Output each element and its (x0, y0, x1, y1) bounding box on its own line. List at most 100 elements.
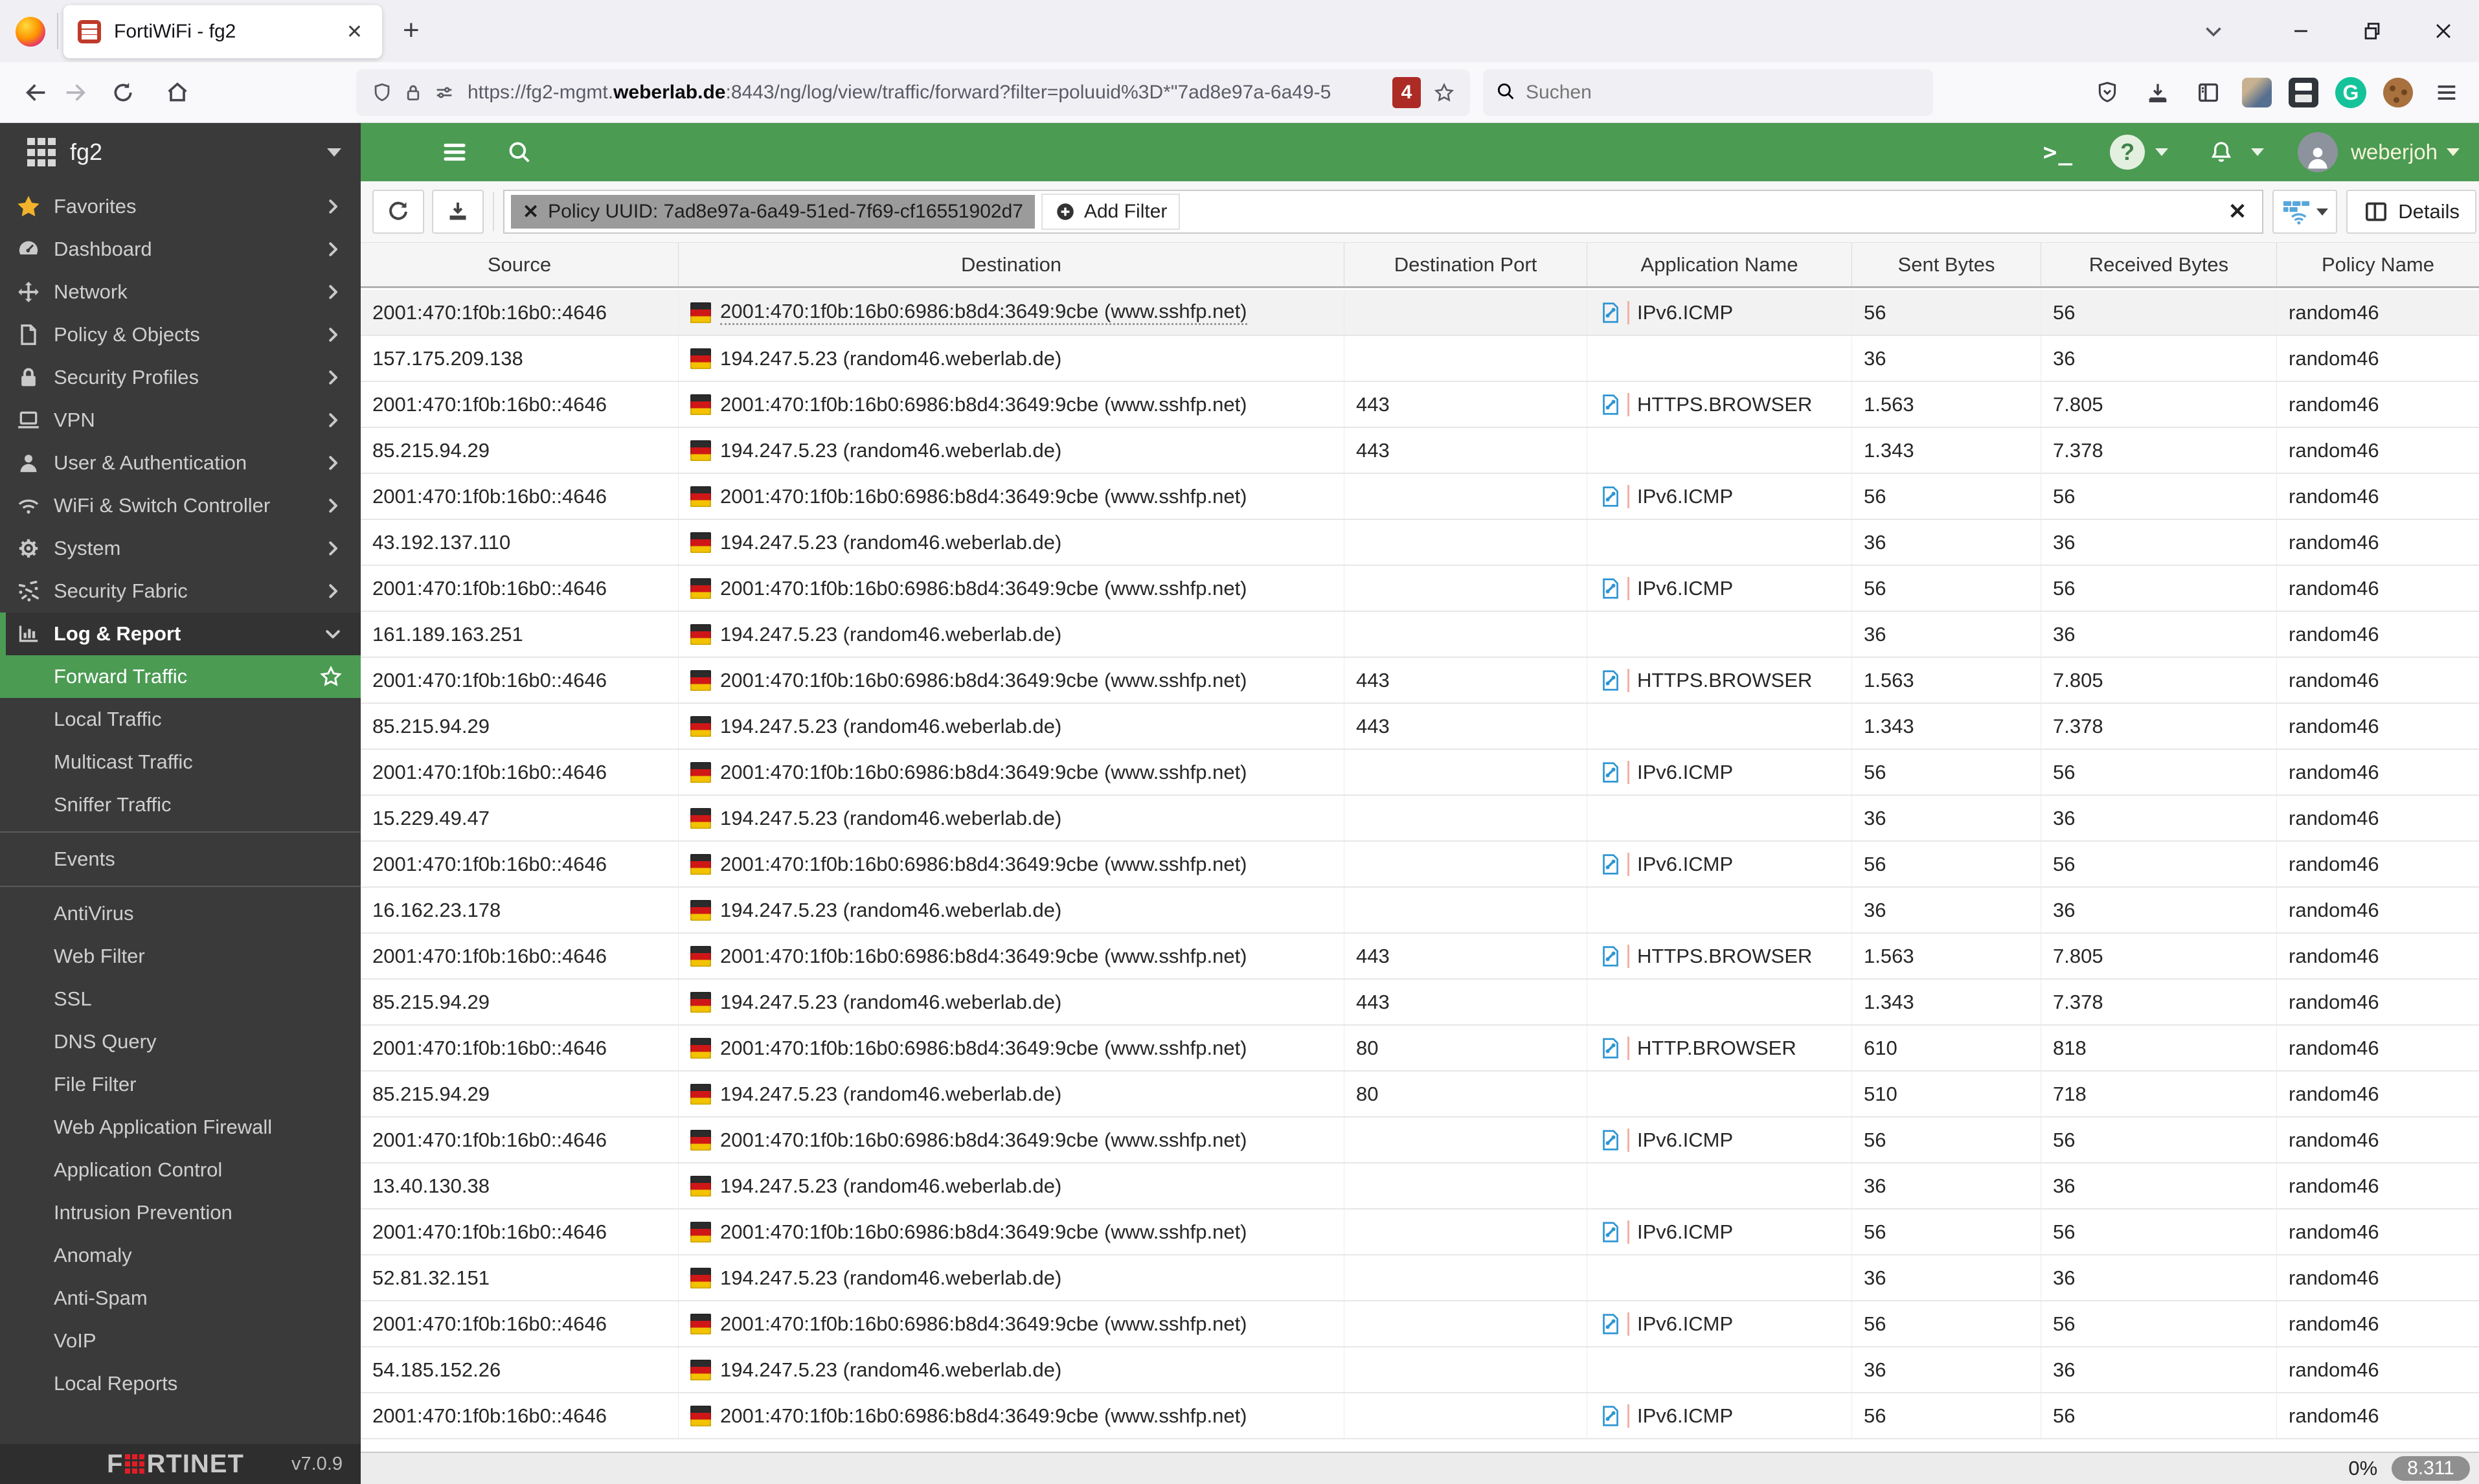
cli-console-icon[interactable]: >_ (2043, 139, 2074, 166)
sidebar-item-user-authentication[interactable]: User & Authentication (0, 442, 361, 484)
table-row[interactable]: 2001:470:1f0b:16b0::4646 2001:470:1f0b:1… (361, 934, 2479, 980)
pocket-shield-icon[interactable] (2090, 76, 2124, 109)
url-text[interactable]: https://fg2-mgmt.weberlab.de:8443/ng/log… (468, 82, 1385, 104)
forward-icon[interactable] (56, 73, 95, 112)
column-header-sent-bytes[interactable]: Sent Bytes (1852, 243, 2041, 286)
lock-icon[interactable] (398, 77, 429, 108)
photo-extension-icon[interactable] (2242, 78, 2272, 107)
back-icon[interactable] (17, 73, 56, 112)
destination-link[interactable]: 2001:470:1f0b:16b0:6986:b8d4:3649:9cbe (… (720, 853, 1247, 876)
sidebar-item-security-fabric[interactable]: Security Fabric (0, 570, 361, 613)
sidebar-item-events[interactable]: Events (0, 838, 361, 881)
destination-link[interactable]: 194.247.5.23 (random46.weberlab.de) (720, 1175, 1061, 1198)
table-row[interactable]: 2001:470:1f0b:16b0::4646 2001:470:1f0b:1… (361, 1026, 2479, 1072)
table-row[interactable]: 2001:470:1f0b:16b0::4646 2001:470:1f0b:1… (361, 842, 2479, 888)
sidebar-item-web-filter[interactable]: Web Filter (0, 935, 361, 978)
table-row[interactable]: 2001:470:1f0b:16b0::4646 2001:470:1f0b:1… (361, 1301, 2479, 1347)
destination-link[interactable]: 194.247.5.23 (random46.weberlab.de) (720, 347, 1061, 370)
sidebar-item-dns-query[interactable]: DNS Query (0, 1020, 361, 1063)
sidebar-item-file-filter[interactable]: File Filter (0, 1063, 361, 1106)
table-row[interactable]: 43.192.137.110 194.247.5.23 (random46.we… (361, 520, 2479, 566)
filter-bar[interactable]: ✕ Policy UUID: 7ad8e97a-6a49-51ed-7f69-c… (503, 190, 2264, 234)
table-row[interactable]: 2001:470:1f0b:16b0::4646 2001:470:1f0b:1… (361, 1393, 2479, 1439)
destination-link[interactable]: 194.247.5.23 (random46.weberlab.de) (720, 807, 1061, 830)
destination-link[interactable]: 194.247.5.23 (random46.weberlab.de) (720, 1083, 1061, 1106)
sidebar-item-ssl[interactable]: SSL (0, 978, 361, 1020)
grammarly-extension-icon[interactable]: G (2335, 77, 2366, 108)
sidebar-item-policy-objects[interactable]: Policy & Objects (0, 313, 361, 356)
minimize-button[interactable] (2265, 0, 2337, 62)
destination-link[interactable]: 2001:470:1f0b:16b0:6986:b8d4:3649:9cbe (… (720, 1037, 1247, 1060)
restore-button[interactable] (2337, 0, 2408, 62)
table-row[interactable]: 157.175.209.138 194.247.5.23 (random46.w… (361, 336, 2479, 382)
device-dropdown-button[interactable] (2272, 190, 2338, 234)
help-icon[interactable]: ? (2110, 135, 2145, 170)
sidebar-item-vpn[interactable]: VPN (0, 399, 361, 442)
url-bar[interactable]: https://fg2-mgmt.weberlab.de:8443/ng/log… (356, 69, 1470, 116)
sidebar-item-system[interactable]: System (0, 527, 361, 570)
destination-link[interactable]: 2001:470:1f0b:16b0:6986:b8d4:3649:9cbe (… (720, 577, 1247, 600)
destination-link[interactable]: 194.247.5.23 (random46.weberlab.de) (720, 439, 1061, 462)
sidebar-item-anti-spam[interactable]: Anti-Spam (0, 1277, 361, 1320)
table-row[interactable]: 2001:470:1f0b:16b0::4646 2001:470:1f0b:1… (361, 658, 2479, 704)
column-header-policy-name[interactable]: Policy Name (2277, 243, 2479, 286)
destination-link[interactable]: 2001:470:1f0b:16b0:6986:b8d4:3649:9cbe (… (720, 393, 1247, 416)
destination-link[interactable]: 2001:470:1f0b:16b0:6986:b8d4:3649:9cbe (… (720, 669, 1247, 692)
user-avatar[interactable] (2298, 132, 2338, 172)
table-row[interactable]: 2001:470:1f0b:16b0::4646 2001:470:1f0b:1… (361, 474, 2479, 520)
destination-link[interactable]: 194.247.5.23 (random46.weberlab.de) (720, 899, 1061, 922)
destination-link[interactable]: 2001:470:1f0b:16b0:6986:b8d4:3649:9cbe (… (720, 1129, 1247, 1152)
global-search-icon[interactable] (500, 133, 539, 172)
destination-link[interactable]: 2001:470:1f0b:16b0:6986:b8d4:3649:9cbe (… (720, 945, 1247, 968)
table-row[interactable]: 2001:470:1f0b:16b0::4646 2001:470:1f0b:1… (361, 1209, 2479, 1255)
destination-link[interactable]: 194.247.5.23 (random46.weberlab.de) (720, 1358, 1061, 1382)
sidebar-item-anomaly[interactable]: Anomaly (0, 1234, 361, 1277)
table-row[interactable]: 161.189.163.251 194.247.5.23 (random46.w… (361, 612, 2479, 658)
search-input[interactable] (1526, 82, 1921, 104)
chevron-down-icon[interactable] (2251, 148, 2265, 156)
table-row[interactable]: 2001:470:1f0b:16b0::4646 2001:470:1f0b:1… (361, 382, 2479, 428)
destination-link[interactable]: 194.247.5.23 (random46.weberlab.de) (720, 715, 1061, 738)
add-filter-button[interactable]: Add Filter (1041, 194, 1181, 230)
close-button[interactable] (2408, 0, 2479, 62)
table-row[interactable]: 2001:470:1f0b:16b0::4646 2001:470:1f0b:1… (361, 1118, 2479, 1164)
table-row[interactable]: 54.185.152.26 194.247.5.23 (random46.web… (361, 1347, 2479, 1393)
destination-link[interactable]: 2001:470:1f0b:16b0:6986:b8d4:3649:9cbe (… (720, 300, 1247, 325)
table-row[interactable]: 85.215.94.29 194.247.5.23 (random46.webe… (361, 704, 2479, 750)
sidebar-item-intrusion-prevention[interactable]: Intrusion Prevention (0, 1191, 361, 1234)
sidebar-item-security-profiles[interactable]: Security Profiles (0, 356, 361, 399)
browser-tab[interactable]: FortiWiFi - fg2 ✕ (63, 5, 382, 58)
table-row[interactable]: 2001:470:1f0b:16b0::4646 2001:470:1f0b:1… (361, 566, 2479, 612)
destination-link[interactable]: 2001:470:1f0b:16b0:6986:b8d4:3649:9cbe (… (720, 1312, 1247, 1336)
favorite-star-icon[interactable] (319, 665, 343, 688)
sidebar-item-local-traffic[interactable]: Local Traffic (0, 698, 361, 741)
table-row[interactable]: 13.40.130.38 194.247.5.23 (random46.webe… (361, 1164, 2479, 1209)
table-row[interactable]: 2001:470:1f0b:16b0::4646 2001:470:1f0b:1… (361, 750, 2479, 796)
table-row[interactable]: 85.215.94.29 194.247.5.23 (random46.webe… (361, 428, 2479, 474)
column-header-source[interactable]: Source (361, 243, 679, 286)
sidebar-item-antivirus[interactable]: AntiVirus (0, 892, 361, 935)
sidebar-item-log-report[interactable]: Log & Report (0, 613, 361, 655)
tab-close-icon[interactable]: ✕ (341, 18, 368, 46)
sidebar-item-multicast-traffic[interactable]: Multicast Traffic (0, 741, 361, 783)
sidebar-toggle-icon[interactable] (2191, 76, 2225, 109)
remove-filter-icon[interactable]: ✕ (523, 201, 539, 223)
table-row[interactable]: 15.229.49.47 194.247.5.23 (random46.webe… (361, 796, 2479, 842)
download-log-button[interactable] (432, 190, 484, 234)
destination-link[interactable]: 194.247.5.23 (random46.weberlab.de) (720, 1266, 1061, 1290)
home-icon[interactable] (158, 73, 197, 112)
sidebar-item-dashboard[interactable]: Dashboard (0, 228, 361, 271)
password-manager-extension-icon[interactable] (2289, 78, 2318, 107)
destination-link[interactable]: 2001:470:1f0b:16b0:6986:b8d4:3649:9cbe (… (720, 485, 1247, 508)
firefox-logo-icon[interactable] (16, 17, 45, 47)
search-bar[interactable] (1483, 69, 1933, 116)
shield-icon[interactable] (367, 77, 398, 108)
bookmark-star-icon[interactable] (1429, 77, 1460, 108)
permissions-icon[interactable] (429, 77, 460, 108)
destination-link[interactable]: 2001:470:1f0b:16b0:6986:b8d4:3649:9cbe (… (720, 1220, 1247, 1244)
clear-filters-icon[interactable]: ✕ (2219, 199, 2256, 225)
new-tab-button[interactable]: + (403, 14, 420, 47)
column-header-received-bytes[interactable]: Received Bytes (2041, 243, 2277, 286)
downloads-icon[interactable] (2141, 76, 2175, 109)
collapse-menu-icon[interactable] (435, 133, 474, 172)
